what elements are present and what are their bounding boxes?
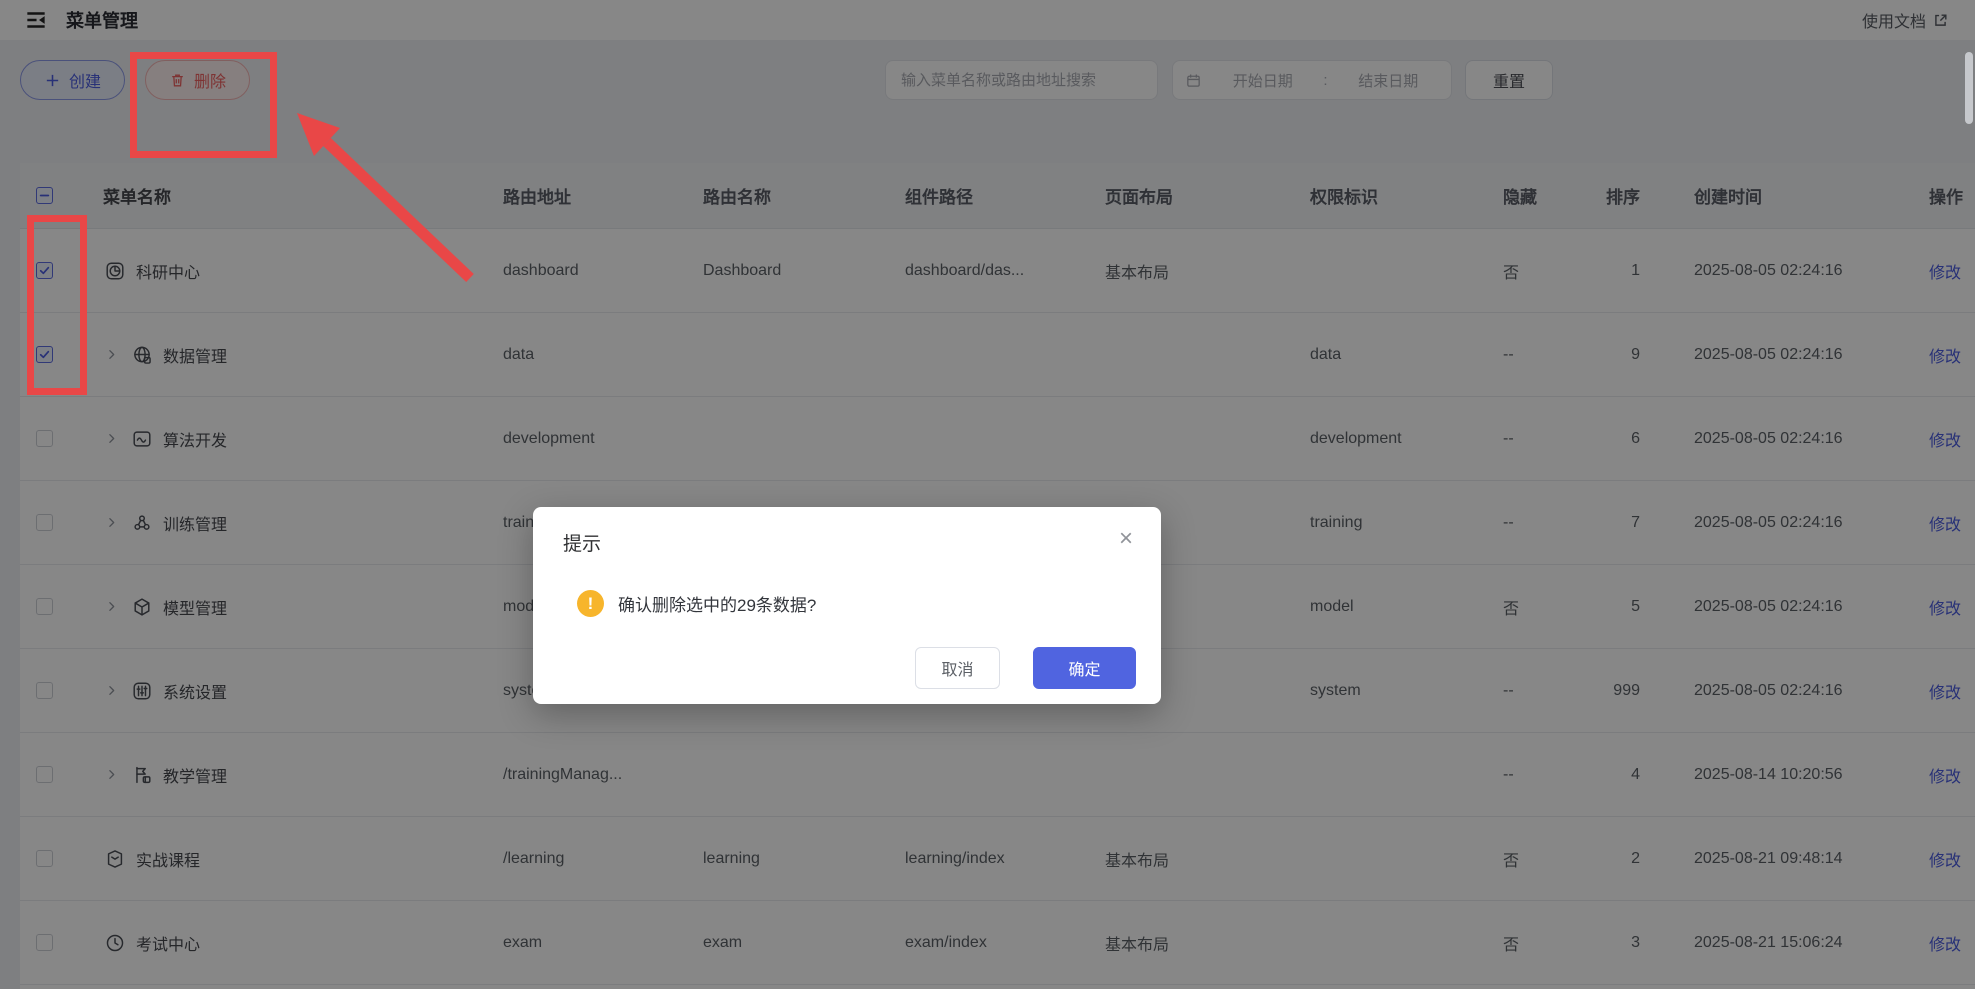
warning-icon: ! xyxy=(577,590,604,617)
close-icon[interactable]: × xyxy=(1115,523,1137,555)
menu-management-page: 菜单管理 使用文档 创建 删除 开始日期 xyxy=(0,0,1975,989)
cancel-button-label: 取消 xyxy=(941,662,974,679)
dialog-message: 确认删除选中的29条数据? xyxy=(618,596,817,615)
confirm-button-label: 确定 xyxy=(1068,662,1101,679)
scrollbar-thumb[interactable] xyxy=(1965,52,1973,124)
modal-mask[interactable] xyxy=(0,0,1975,989)
dialog-title: 提示 xyxy=(563,534,602,555)
confirm-button[interactable]: 确定 xyxy=(1033,647,1136,689)
confirm-dialog: 提示 × ! 确认删除选中的29条数据? 取消 确定 xyxy=(533,507,1161,704)
cancel-button[interactable]: 取消 xyxy=(915,647,1000,689)
